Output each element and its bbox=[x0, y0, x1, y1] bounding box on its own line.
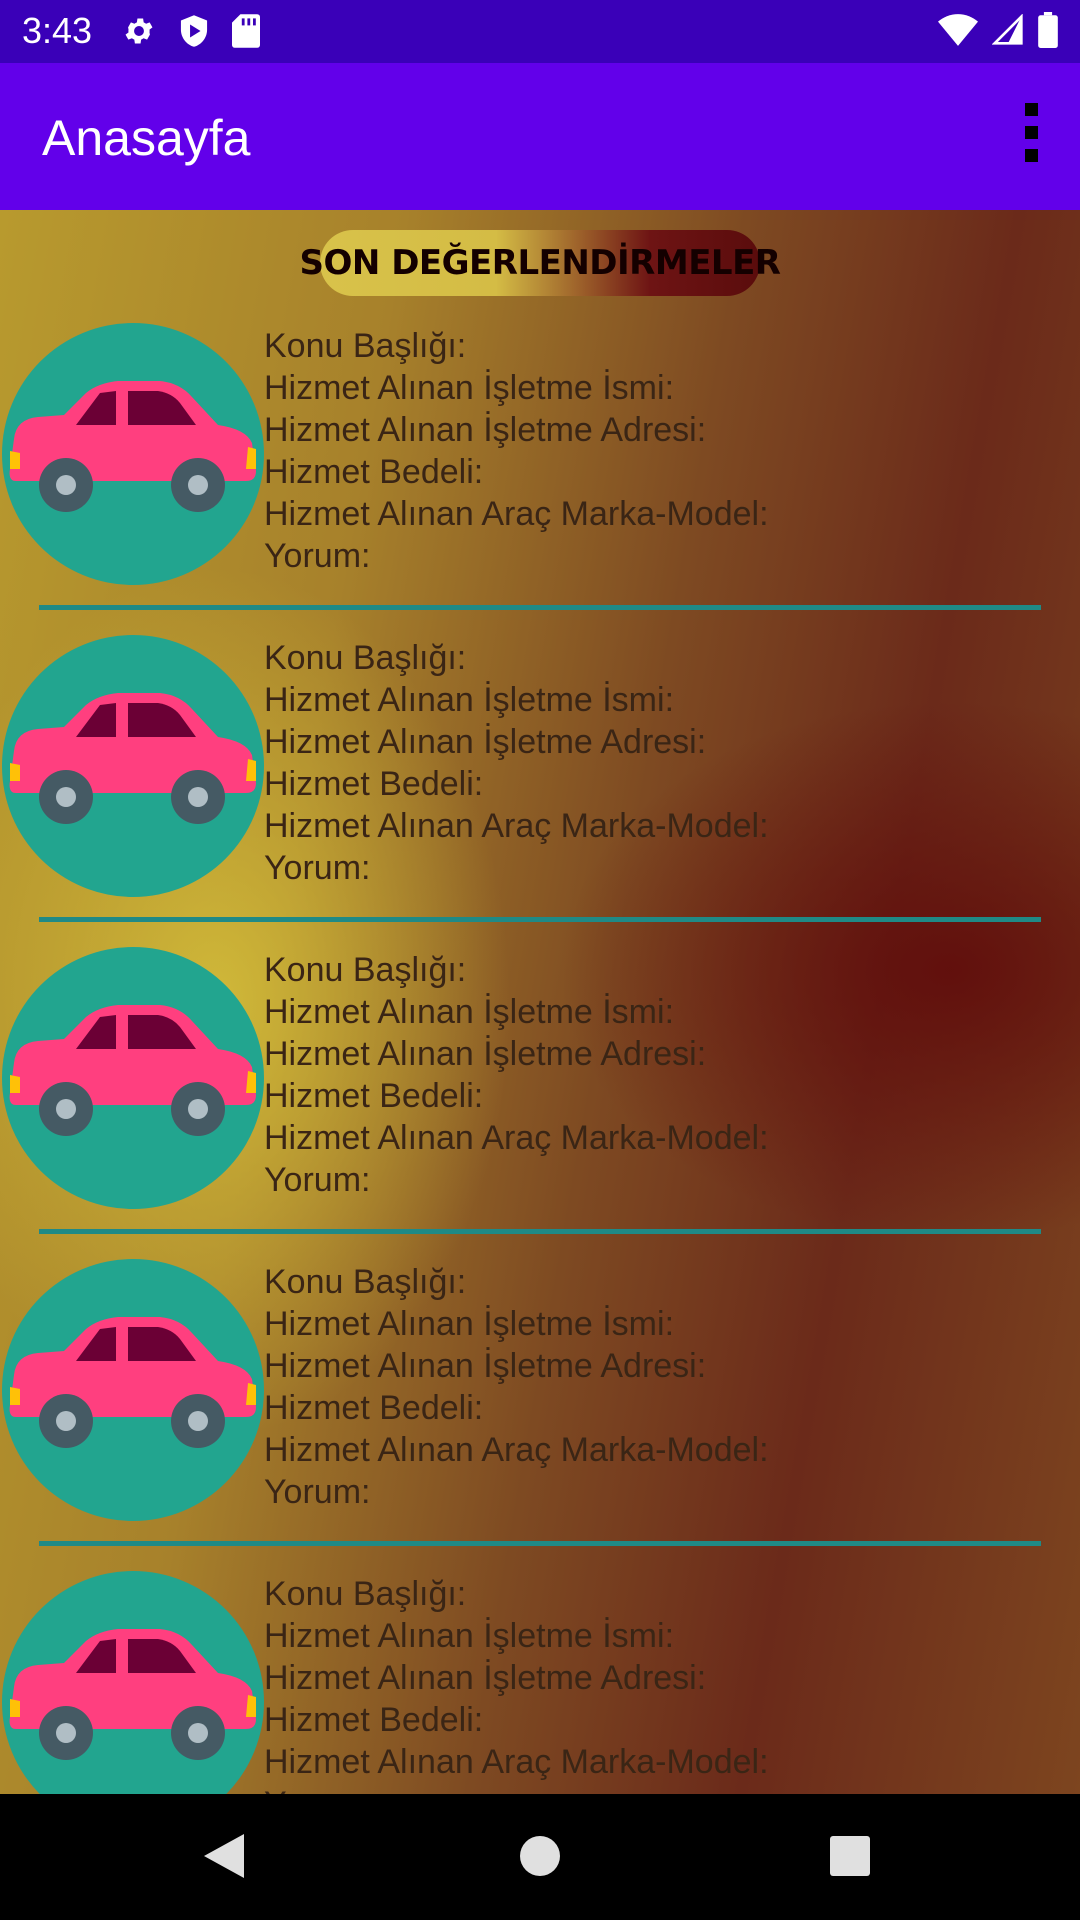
review-field: Hizmet Bedeli: bbox=[264, 1701, 484, 1739]
review-field: Hizmet Alınan Araç Marka-Model: bbox=[264, 1431, 769, 1469]
car-icon bbox=[9, 693, 256, 824]
car-avatar bbox=[2, 323, 264, 585]
review-field: Yorum: bbox=[264, 849, 371, 887]
overflow-menu-icon[interactable] bbox=[1016, 103, 1046, 173]
review-item[interactable]: Konu Başlığı: Hizmet Alınan İşletme İsmi:… bbox=[0, 1259, 1080, 1571]
car-icon bbox=[9, 1317, 256, 1448]
car-icon bbox=[9, 1005, 256, 1136]
review-field: Hizmet Alınan Araç Marka-Model: bbox=[264, 1119, 769, 1157]
shield-play-icon bbox=[178, 14, 210, 53]
car-icon bbox=[9, 1629, 256, 1760]
gear-icon bbox=[122, 14, 156, 53]
divider bbox=[39, 1229, 1041, 1234]
app-bar: Anasayfa bbox=[0, 63, 1080, 210]
review-field: Hizmet Bedeli: bbox=[264, 765, 484, 803]
content-area[interactable]: SON DEĞERLENDİRMELER Konu Başlığı: Hizmet… bbox=[0, 210, 1080, 1794]
review-field: Yorum: bbox=[264, 537, 371, 575]
review-field: Konu Başlığı: bbox=[264, 1575, 467, 1613]
review-item[interactable]: Konu Başlığı: Hizmet Alınan İşletme İsmi:… bbox=[0, 1571, 1080, 1794]
car-avatar bbox=[2, 1259, 264, 1521]
car-avatar bbox=[2, 947, 264, 1209]
sd-card-icon bbox=[232, 14, 260, 53]
review-field: Hizmet Bedeli: bbox=[264, 1389, 484, 1427]
battery-icon bbox=[1038, 12, 1058, 53]
divider bbox=[39, 917, 1041, 922]
review-field: Konu Başlığı: bbox=[264, 951, 467, 989]
status-time: 3:43 bbox=[22, 10, 93, 51]
review-field: Hizmet Bedeli: bbox=[264, 1077, 484, 1115]
review-field: Hizmet Alınan Araç Marka-Model: bbox=[264, 495, 769, 533]
section-header: SON DEĞERLENDİRMELER bbox=[300, 230, 781, 296]
review-field: Hizmet Alınan İşletme İsmi: bbox=[264, 993, 675, 1031]
review-fields: Konu Başlığı: Hizmet Alınan İşletme İsmi:… bbox=[264, 637, 769, 889]
divider bbox=[39, 1541, 1041, 1546]
review-field: Hizmet Alınan İşletme İsmi: bbox=[264, 681, 675, 719]
review-field: Hizmet Alınan İşletme Adresi: bbox=[264, 723, 707, 761]
review-field: Hizmet Alınan İşletme Adresi: bbox=[264, 1659, 707, 1697]
review-field: Hizmet Alınan İşletme Adresi: bbox=[264, 1347, 707, 1385]
navigation-bar bbox=[0, 1794, 1080, 1920]
review-fields: Konu Başlığı: Hizmet Alınan İşletme İsmi:… bbox=[264, 949, 769, 1201]
review-field: Hizmet Alınan İşletme İsmi: bbox=[264, 369, 675, 407]
review-fields: Konu Başlığı: Hizmet Alınan İşletme İsmi:… bbox=[264, 1573, 769, 1794]
review-field: Konu Başlığı: bbox=[264, 1263, 467, 1301]
car-avatar bbox=[2, 635, 264, 897]
status-icons-right bbox=[938, 12, 1058, 53]
review-field: Hizmet Alınan İşletme Adresi: bbox=[264, 411, 707, 449]
wifi-icon bbox=[938, 14, 978, 51]
status-icons-left bbox=[122, 14, 260, 53]
review-item[interactable]: Konu Başlığı: Hizmet Alınan İşletme İsmi:… bbox=[0, 947, 1080, 1259]
car-avatar bbox=[2, 1571, 264, 1794]
review-field: Yorum: bbox=[264, 1783, 769, 1794]
review-field: Yorum: bbox=[264, 1473, 371, 1511]
review-field: Hizmet Alınan İşletme Adresi: bbox=[264, 1035, 707, 1073]
review-field: Konu Başlığı: bbox=[264, 639, 467, 677]
home-icon[interactable] bbox=[520, 1836, 560, 1881]
review-item[interactable]: Konu Başlığı: Hizmet Alınan İşletme İsmi:… bbox=[0, 323, 1080, 635]
review-list[interactable]: Konu Başlığı: Hizmet Alınan İşletme İsmi:… bbox=[0, 323, 1080, 1794]
review-field: Hizmet Alınan İşletme İsmi: bbox=[264, 1305, 675, 1343]
recents-icon[interactable] bbox=[830, 1836, 870, 1881]
status-bar: 3:43 bbox=[0, 0, 1080, 63]
review-field: Konu Başlığı: bbox=[264, 327, 467, 365]
review-field: Hizmet Alınan Araç Marka-Model: bbox=[264, 1743, 769, 1781]
back-icon[interactable] bbox=[204, 1834, 244, 1883]
review-field: Yorum: bbox=[264, 1161, 371, 1199]
car-icon bbox=[9, 381, 256, 512]
review-field: Hizmet Alınan Araç Marka-Model: bbox=[264, 807, 769, 845]
review-item[interactable]: Konu Başlığı: Hizmet Alınan İşletme İsmi:… bbox=[0, 635, 1080, 947]
review-fields: Konu Başlığı: Hizmet Alınan İşletme İsmi:… bbox=[264, 1261, 769, 1513]
review-field: Hizmet Bedeli: bbox=[264, 453, 484, 491]
page-title: Anasayfa bbox=[42, 110, 251, 166]
review-field: Hizmet Alınan İşletme İsmi: bbox=[264, 1617, 675, 1655]
review-fields: Konu Başlığı: Hizmet Alınan İşletme İsmi:… bbox=[264, 325, 769, 577]
divider bbox=[39, 605, 1041, 610]
signal-icon bbox=[991, 13, 1024, 51]
